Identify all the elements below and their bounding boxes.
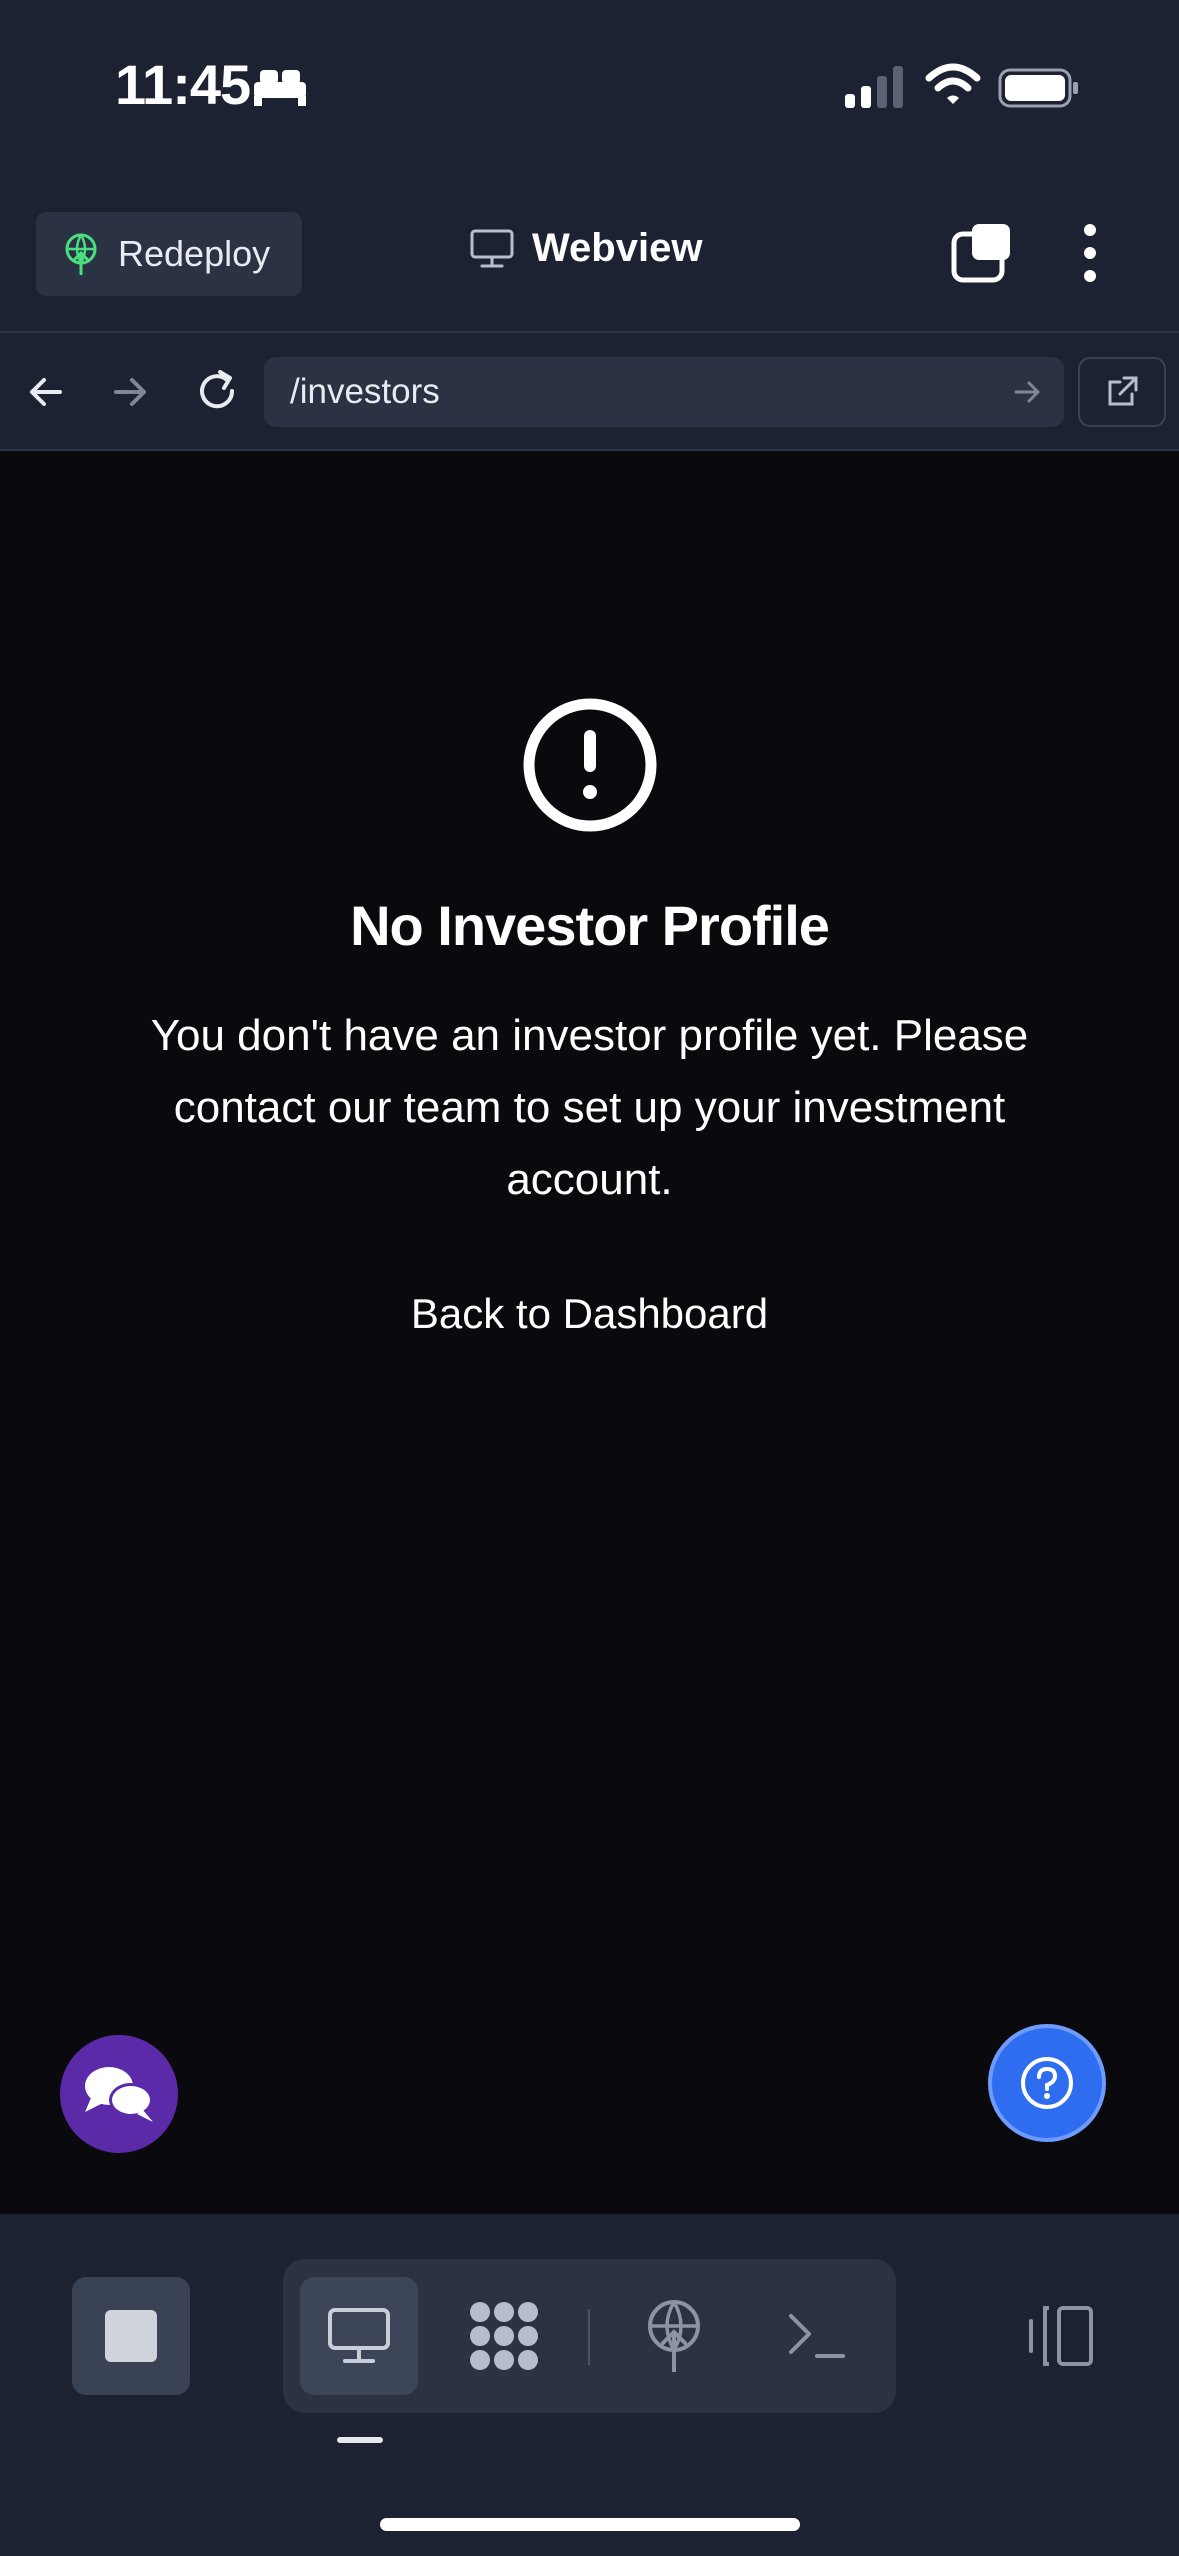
arrow-right-icon[interactable] [1012, 377, 1042, 407]
kebab-menu-icon [1078, 224, 1102, 288]
forward-button[interactable] [110, 372, 150, 417]
page-title-label: Webview [532, 226, 703, 270]
chat-button[interactable] [60, 2035, 178, 2153]
battery-icon [998, 68, 1080, 113]
more-menu-button[interactable] [1078, 222, 1102, 289]
back-button[interactable] [26, 372, 66, 417]
url-input[interactable]: /investors [264, 357, 1064, 427]
help-circle-icon [1019, 2055, 1075, 2111]
deploy-icon [62, 233, 100, 275]
tab-packages[interactable] [445, 2277, 563, 2395]
layout-icon [1023, 2305, 1095, 2367]
external-link-icon [1104, 374, 1140, 410]
reload-button[interactable] [194, 368, 240, 419]
layout-button[interactable] [1000, 2277, 1118, 2395]
bed-icon [252, 66, 308, 111]
monitor-icon [470, 229, 514, 269]
tab-shell[interactable] [758, 2277, 876, 2395]
empty-state-message: You don't have an investor profile yet. … [150, 1011, 1029, 1204]
help-button[interactable] [988, 2024, 1106, 2142]
windows-icon [950, 224, 1012, 288]
divider [588, 2309, 590, 2365]
stop-button[interactable] [72, 2277, 190, 2395]
chat-bubbles-icon [81, 2062, 157, 2126]
redeploy-button[interactable]: Redeploy [36, 212, 302, 296]
signal-icon [845, 66, 905, 113]
redeploy-label: Redeploy [118, 233, 271, 274]
home-indicator[interactable] [380, 2518, 800, 2531]
arrow-right-icon [110, 378, 150, 416]
terminal-icon [787, 2310, 847, 2362]
url-text: /investors [290, 372, 440, 411]
back-to-dashboard-link[interactable]: Back to Dashboard [0, 1290, 1179, 1338]
reload-icon [194, 370, 240, 418]
tab-webview[interactable] [300, 2277, 418, 2395]
wifi-icon [925, 62, 981, 113]
divider [0, 449, 1179, 451]
divider [0, 331, 1179, 333]
open-external-button[interactable] [1078, 357, 1166, 427]
active-tab-indicator [337, 2437, 383, 2443]
arrow-left-icon [26, 378, 66, 416]
deploy-icon [645, 2300, 703, 2372]
monitor-icon [327, 2307, 391, 2365]
empty-state-heading: No Investor Profile [350, 894, 830, 957]
page-title: Webview [470, 226, 702, 271]
windows-button[interactable] [950, 222, 1012, 289]
status-time: 11:45 [115, 53, 251, 116]
packages-icon [466, 2300, 542, 2372]
stop-icon [105, 2310, 157, 2362]
alert-circle-icon [523, 698, 657, 837]
tab-deploy[interactable] [615, 2277, 733, 2395]
